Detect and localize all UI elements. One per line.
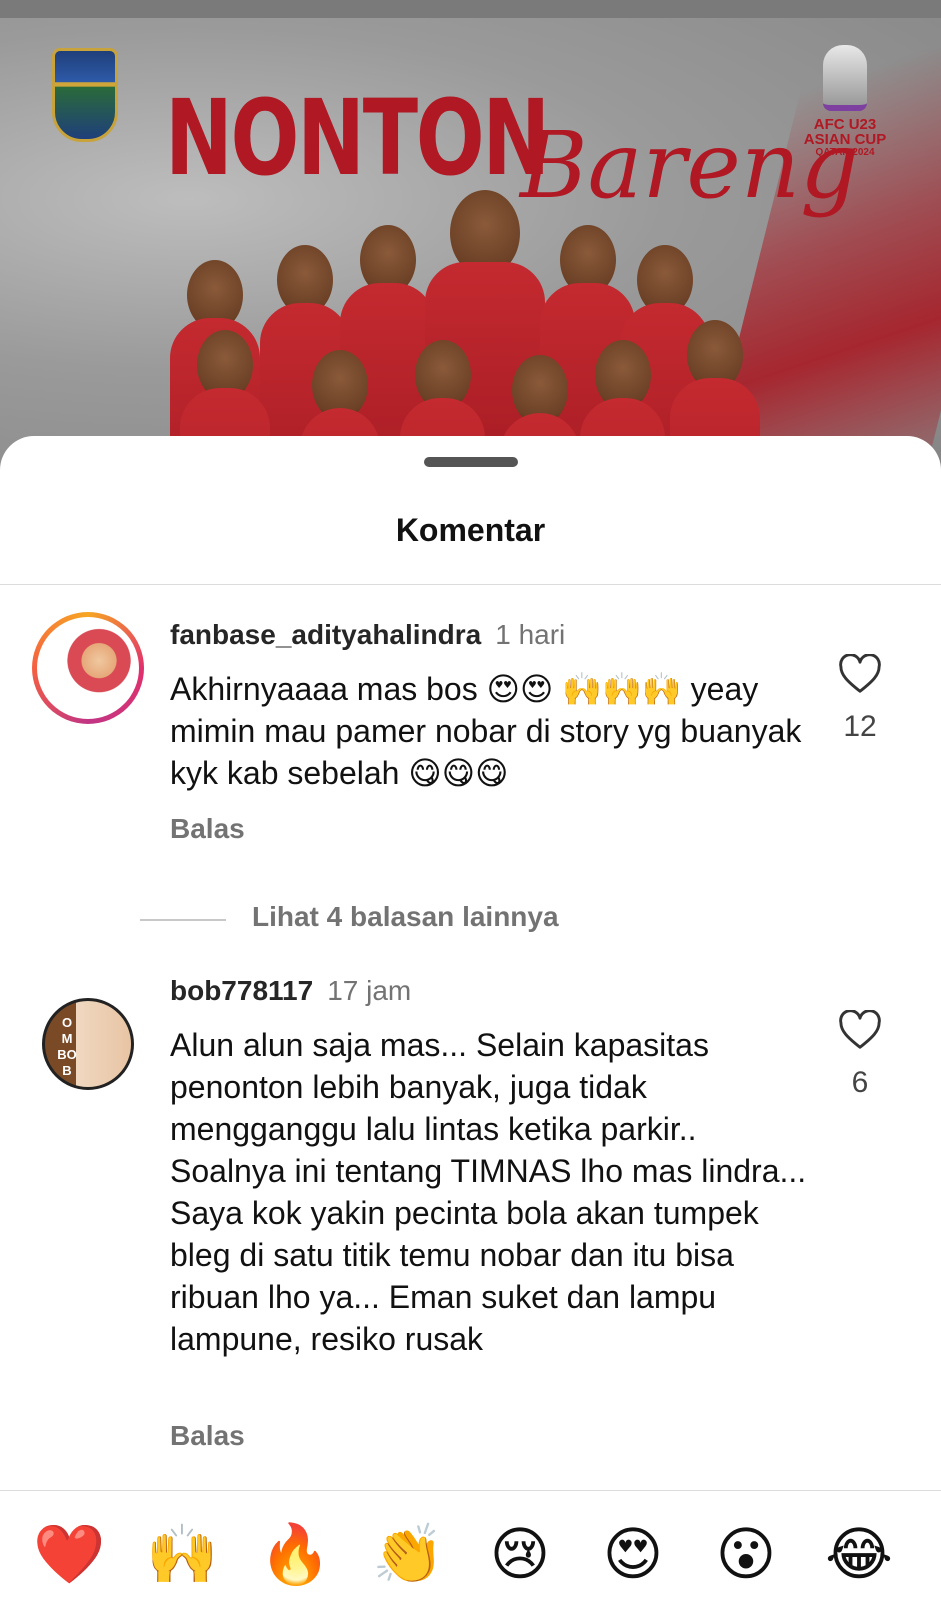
raising-hands-emoji-button[interactable]: 🙌	[146, 1519, 218, 1589]
comment-username[interactable]: bob778117	[170, 975, 313, 1006]
sheet-drag-handle[interactable]	[424, 457, 518, 467]
like-button[interactable]: 6	[830, 1010, 890, 1100]
comment-text: Alun alun saja mas... Selain kapasitas p…	[170, 1027, 807, 1357]
view-more-replies-label[interactable]: Lihat 4 balasan lainnya	[252, 901, 559, 933]
avatar-image	[42, 622, 134, 714]
comment-text: Akhirnyaaaa mas bos 😍😍 🙌🙌🙌 yeay mimin ma…	[170, 671, 802, 791]
laughing-emoji-button[interactable]: 😂	[824, 1519, 894, 1589]
comment-time: 1 hari	[495, 619, 566, 650]
post-image: NONTON Bareng AFC U23 ASIAN CUP QATAR 20…	[0, 0, 941, 470]
status-strip	[0, 0, 941, 18]
regency-crest-logo	[52, 48, 118, 142]
comment-username[interactable]: fanbase_adityahalindra	[170, 619, 481, 650]
comment-meta: bob778117 17 jam	[170, 974, 411, 1008]
avatar-letters: OMBOB	[57, 1015, 77, 1078]
heart-eyes-emoji-button[interactable]: 😍	[598, 1519, 668, 1589]
afc-badge-line3: QATAR 2024	[815, 147, 875, 158]
crying-emoji-button[interactable]: 😢	[485, 1519, 555, 1589]
afc-badge: AFC U23 ASIAN CUP QATAR 2024	[790, 45, 900, 159]
afc-badge-line1: AFC U23	[813, 116, 877, 133]
post-title-main: NONTON	[165, 77, 550, 199]
reply-button[interactable]: Balas	[170, 1420, 245, 1452]
surprised-emoji-button[interactable]: 😮	[711, 1519, 781, 1589]
view-more-replies[interactable]: Lihat 4 balasan lainnya	[140, 901, 840, 941]
heart-icon	[839, 654, 881, 693]
comments-sheet: Komentar fanbase_adityahalindra 1 hari Ak…	[0, 436, 941, 1600]
trophy-icon	[823, 45, 867, 111]
afc-badge-line2: ASIAN CUP	[803, 131, 887, 148]
like-count: 12	[843, 710, 877, 743]
team-players-photo	[150, 190, 760, 470]
like-button[interactable]: 12	[830, 654, 890, 744]
heart-icon	[839, 1010, 881, 1049]
emoji-reaction-bar: ❤️ 🙌 🔥 👏 😢 😍 😮 😂	[0, 1490, 941, 1601]
avatar[interactable]: OMBOB	[42, 998, 134, 1090]
like-count: 6	[851, 1066, 869, 1099]
comment-meta: fanbase_adityahalindra 1 hari	[170, 618, 565, 652]
reply-button[interactable]: Balas	[170, 813, 245, 845]
comment-time: 17 jam	[327, 975, 412, 1006]
fire-emoji-button[interactable]: 🔥	[259, 1519, 331, 1589]
avatar[interactable]	[32, 612, 144, 724]
replies-line	[140, 919, 226, 921]
clapping-emoji-button[interactable]: 👏	[372, 1519, 444, 1589]
heart-emoji-button[interactable]: ❤️	[33, 1519, 105, 1589]
header-divider	[0, 584, 941, 585]
sheet-title: Komentar	[395, 512, 546, 548]
